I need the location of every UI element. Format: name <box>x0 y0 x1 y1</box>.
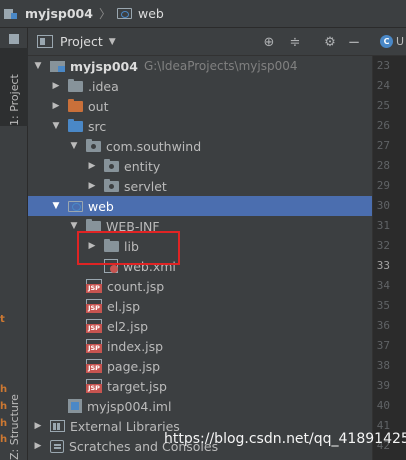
tree-item-page-jsp[interactable]: page.jsp <box>28 356 372 376</box>
collapsed-arrow-icon[interactable]: ▶ <box>86 241 98 251</box>
module-folder-icon <box>50 60 65 72</box>
jsp-file-icon <box>86 319 102 333</box>
project-view-icon <box>37 35 53 48</box>
collapsed-arrow-icon[interactable]: ▶ <box>86 161 98 171</box>
tree-item-iml[interactable]: myjsp004.iml <box>28 396 372 416</box>
line-number: 28 <box>376 159 390 172</box>
navigation-breadcrumb: myjsp004 〉 web <box>0 0 406 28</box>
tab-structure[interactable]: Z: Structure <box>0 380 28 460</box>
breadcrumb-project[interactable]: myjsp004 <box>4 6 93 21</box>
line-number: 26 <box>376 119 390 132</box>
line-number: 24 <box>376 79 390 92</box>
tree-item-project-root[interactable]: ▼ myjsp004 G:\IdeaProjects\myjsp004 <box>28 56 372 76</box>
tree-item-web[interactable]: ▼ web <box>28 196 372 216</box>
expanded-arrow-icon[interactable]: ▼ <box>68 141 80 151</box>
line-number: 29 <box>376 179 390 192</box>
jsp-file-icon <box>86 379 102 393</box>
left-tool-strip: 1: Project t h h h h Z: Structure <box>0 28 28 460</box>
project-tree: ▼ myjsp004 G:\IdeaProjects\myjsp004 ▶ .i… <box>28 56 372 460</box>
class-file-icon: C <box>380 35 393 48</box>
line-number: 32 <box>376 239 390 252</box>
line-number: 30 <box>376 199 390 212</box>
jsp-file-icon <box>86 339 102 353</box>
tab-project[interactable]: 1: Project <box>0 48 28 126</box>
tree-item-idea[interactable]: ▶ .idea <box>28 76 372 96</box>
line-number: 27 <box>376 139 390 152</box>
tree-item-src[interactable]: ▼ src <box>28 116 372 136</box>
collapse-all-icon[interactable]: ≑ <box>287 34 303 50</box>
collapsed-arrow-icon[interactable]: ▶ <box>32 421 44 431</box>
package-icon <box>104 178 119 192</box>
tree-item-package[interactable]: ▼ com.southwind <box>28 136 372 156</box>
tree-item-el2-jsp[interactable]: el2.jsp <box>28 316 372 336</box>
tree-item-el-jsp[interactable]: el.jsp <box>28 296 372 316</box>
line-number: 36 <box>376 319 390 332</box>
source-folder-icon <box>68 118 83 132</box>
watermark: https://blog.csdn.net/qq_41891425 <box>164 431 406 447</box>
collapsed-arrow-icon[interactable]: ▶ <box>50 81 62 91</box>
line-number: 34 <box>376 279 390 292</box>
jsp-file-icon <box>86 359 102 373</box>
breadcrumb-separator: 〉 <box>98 7 111 21</box>
expanded-arrow-icon[interactable]: ▼ <box>50 121 62 131</box>
web-folder-icon <box>68 200 83 212</box>
tree-item-target-jsp[interactable]: target.jsp <box>28 376 372 396</box>
collapsed-arrow-icon[interactable]: ▶ <box>50 101 62 111</box>
folder-icon <box>86 218 101 232</box>
tree-item-out[interactable]: ▶ out <box>28 96 372 116</box>
locate-file-icon[interactable]: ⊕ <box>261 34 277 50</box>
panel-title[interactable]: Project <box>60 34 103 49</box>
xml-file-icon <box>104 259 118 273</box>
jsp-file-icon <box>86 279 102 293</box>
collapsed-arrow-icon[interactable]: ▶ <box>32 441 44 451</box>
expanded-arrow-icon[interactable]: ▼ <box>32 61 44 71</box>
module-icon <box>4 8 18 20</box>
tree-item-web-inf[interactable]: ▼ WEB-INF <box>28 216 372 236</box>
line-number: 40 <box>376 399 390 412</box>
tree-item-web-xml[interactable]: web.xml <box>28 256 372 276</box>
tree-item-entity[interactable]: ▶ entity <box>28 156 372 176</box>
hide-panel-icon[interactable]: − <box>346 33 362 51</box>
expanded-arrow-icon[interactable]: ▼ <box>50 201 62 211</box>
package-icon <box>104 158 119 172</box>
project-panel-header: Project ▼ ⊕ ≑ ⚙ − <box>28 28 372 56</box>
chevron-down-icon[interactable]: ▼ <box>109 37 116 47</box>
web-folder-icon <box>116 8 132 19</box>
line-number: 23 <box>376 59 390 72</box>
line-number: 35 <box>376 299 390 312</box>
collapsed-arrow-icon[interactable]: ▶ <box>86 181 98 191</box>
line-number: 39 <box>376 379 390 392</box>
scratches-icon <box>50 439 64 453</box>
folder-icon <box>68 78 83 92</box>
tree-item-index-jsp[interactable]: index.jsp <box>28 336 372 356</box>
tree-item-servlet[interactable]: ▶ servlet <box>28 176 372 196</box>
tree-item-lib[interactable]: ▶ lib <box>28 236 372 256</box>
line-number: 38 <box>376 359 390 372</box>
breadcrumb-folder[interactable]: web <box>116 6 164 21</box>
line-number: 37 <box>376 339 390 352</box>
module-file-icon <box>68 399 82 413</box>
excluded-folder-icon <box>68 98 83 112</box>
tree-item-count-jsp[interactable]: count.jsp <box>28 276 372 296</box>
line-number: 33 <box>376 259 390 272</box>
editor-tab[interactable]: C U <box>372 28 406 56</box>
project-path: G:\IdeaProjects\myjsp004 <box>143 59 298 73</box>
package-icon <box>86 138 101 152</box>
line-number: 31 <box>376 219 390 232</box>
line-number: 25 <box>376 99 390 112</box>
folder-icon <box>104 238 119 252</box>
library-icon <box>50 420 65 432</box>
gear-icon[interactable]: ⚙ <box>322 34 338 50</box>
gutter-letter: t <box>0 314 5 325</box>
jsp-file-icon <box>86 299 102 313</box>
project-tool-icon <box>9 34 19 44</box>
expanded-arrow-icon[interactable]: ▼ <box>68 221 80 231</box>
